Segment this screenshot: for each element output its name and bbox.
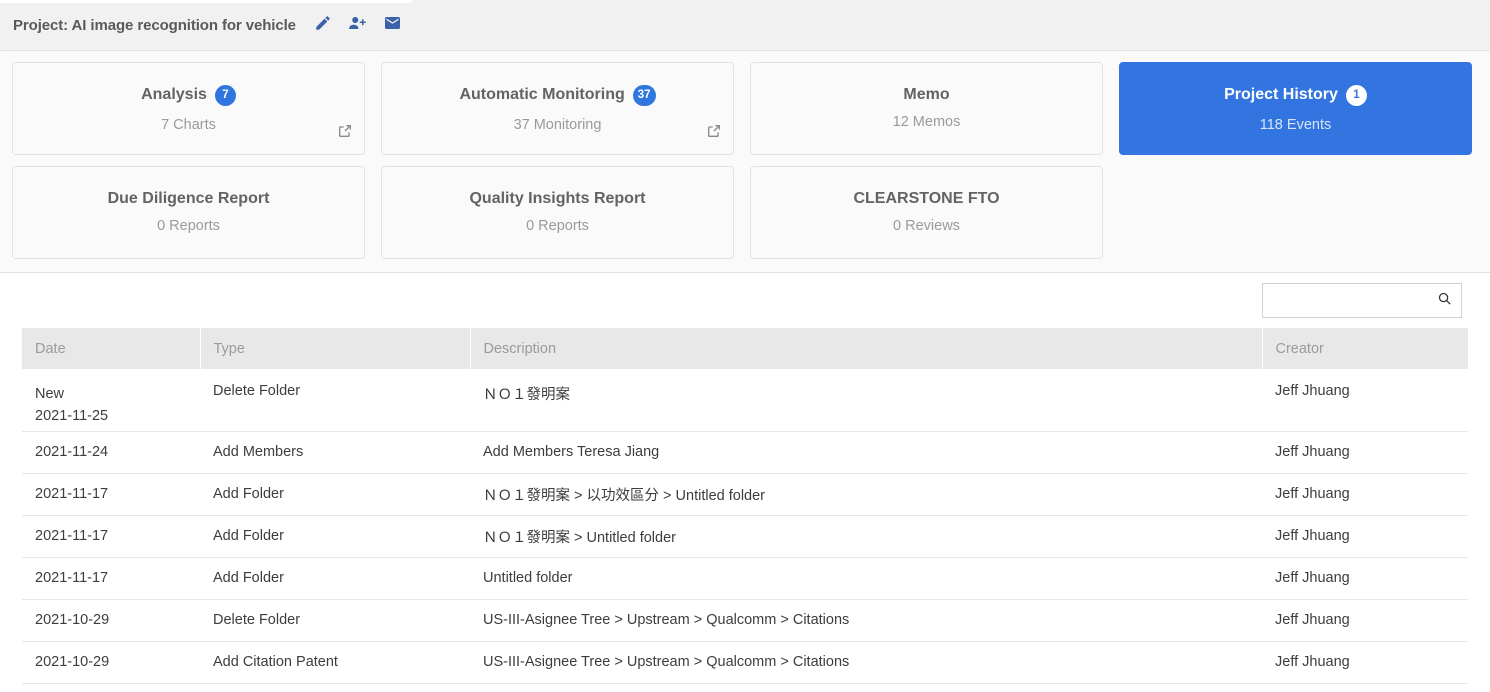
card-label: Quality Insights Report xyxy=(469,190,646,208)
card-subtitle: 0 Reports xyxy=(526,218,589,235)
card-due-diligence-report[interactable]: Due Diligence Report 0 Reports xyxy=(12,166,365,259)
page-title: Project: AI image recognition for vehicl… xyxy=(13,16,296,34)
column-header-date[interactable]: Date xyxy=(22,328,201,369)
status-badge: 7 xyxy=(214,84,236,106)
cell-creator: Jeff Jhuang xyxy=(1262,641,1468,684)
cell-date: 2021-11-17 xyxy=(22,473,200,516)
cell-date: 2021-11-24 xyxy=(22,431,200,474)
mail-icon[interactable] xyxy=(383,14,402,37)
cell-type: Add Members xyxy=(200,431,470,474)
card-label: Due Diligence Report xyxy=(107,190,270,208)
table-head: Date Type Description Creator xyxy=(22,328,1468,369)
cell-creator: Jeff Jhuang xyxy=(1262,369,1468,432)
card-analysis[interactable]: Analysis 7 7 Charts xyxy=(12,62,365,155)
card-title: Due Diligence Report xyxy=(108,191,270,207)
card-title: Project History 1 xyxy=(1224,84,1367,106)
cell-description: ＮＯ１發明案 > Untitled folder xyxy=(470,515,1262,558)
cell-date: 2021-11-17 xyxy=(22,557,200,600)
cell-description: ＮＯ１發明案 xyxy=(470,369,1262,432)
cell-description: US-III-Asignee Tree > Upstream > Qualcom… xyxy=(470,641,1262,684)
cell-type: Delete Folder xyxy=(200,369,470,432)
cell-type: Add Citation Patent xyxy=(200,641,470,684)
project-section-cards: Analysis 7 7 Charts Automatic Monitoring… xyxy=(0,51,1490,273)
card-row-secondary: Due Diligence Report 0 Reports Quality I… xyxy=(0,166,1490,259)
card-project-history[interactable]: Project History 1 118 Events xyxy=(1119,62,1472,155)
status-badge: 1 xyxy=(1345,84,1367,106)
card-subtitle: 0 Reports xyxy=(157,218,220,235)
cell-creator: Jeff Jhuang xyxy=(1262,473,1468,516)
search-input[interactable] xyxy=(1272,293,1433,308)
edit-pencil-icon[interactable] xyxy=(314,14,332,37)
table-row[interactable]: 2021-11-17 Add Folder ＮＯ１發明案 > Untitled … xyxy=(22,515,1468,558)
cell-creator: Jeff Jhuang xyxy=(1262,431,1468,474)
external-link-icon[interactable] xyxy=(706,123,722,144)
cell-date: 2021-10-29 xyxy=(22,641,200,684)
card-subtitle: 37 Monitoring xyxy=(513,116,602,133)
add-member-icon[interactable] xyxy=(348,14,367,37)
card-automatic-monitoring[interactable]: Automatic Monitoring 37 37 Monitoring xyxy=(381,62,734,155)
card-subtitle: 12 Memos xyxy=(892,114,961,131)
table-row[interactable]: 2021-10-29 Add Citation Patent US-III-As… xyxy=(22,641,1468,684)
table-row[interactable]: 2021-11-24 Add Members Add Members Teres… xyxy=(22,431,1468,474)
card-quality-insights-report[interactable]: Quality Insights Report 0 Reports xyxy=(381,166,734,259)
column-header-description[interactable]: Description xyxy=(470,328,1263,369)
card-subtitle: 7 Charts xyxy=(161,116,216,133)
cell-type: Add Folder xyxy=(200,515,470,558)
cell-date: 2021-10-29 xyxy=(22,599,200,642)
table-header-row: Date Type Description Creator xyxy=(22,328,1468,369)
card-title: Automatic Monitoring 37 xyxy=(459,84,656,106)
card-title: CLEARSTONE FTO xyxy=(853,191,999,207)
table-body: New 2021-11-25 Delete Folder ＮＯ１發明案 Jeff… xyxy=(22,369,1468,684)
card-label: CLEARSTONE FTO xyxy=(853,190,1000,208)
cell-type: Add Folder xyxy=(200,557,470,600)
table-row[interactable]: 2021-11-17 Add Folder Untitled folder Je… xyxy=(22,557,1468,600)
card-title: Quality Insights Report xyxy=(469,191,645,207)
table-row[interactable]: 2021-10-29 Delete Folder US-III-Asignee … xyxy=(22,599,1468,642)
cell-description: Untitled folder xyxy=(470,557,1262,600)
cell-creator: Jeff Jhuang xyxy=(1262,557,1468,600)
cell-description: Add Members Teresa Jiang xyxy=(470,431,1262,474)
cell-date: New 2021-11-25 xyxy=(22,369,200,432)
card-memo[interactable]: Memo 12 Memos xyxy=(750,62,1103,155)
date-value: 2021-11-25 xyxy=(35,408,109,425)
card-title: Analysis 7 xyxy=(141,84,236,106)
card-subtitle: 118 Events xyxy=(1259,116,1332,133)
cell-creator: Jeff Jhuang xyxy=(1262,515,1468,558)
search-box[interactable] xyxy=(1262,283,1462,318)
project-history-table-wrap: Date Type Description Creator New 2021-1… xyxy=(0,328,1490,684)
card-clearstone-fto[interactable]: CLEARSTONE FTO 0 Reviews xyxy=(750,166,1103,259)
project-header-bar: Project: AI image recognition for vehicl… xyxy=(0,0,1490,51)
table-row[interactable]: New 2021-11-25 Delete Folder ＮＯ１發明案 Jeff… xyxy=(22,369,1468,432)
external-link-icon[interactable] xyxy=(337,123,353,144)
card-label: Automatic Monitoring xyxy=(459,86,625,104)
card-title: Memo xyxy=(903,87,949,103)
table-row[interactable]: 2021-11-17 Add Folder ＮＯ１發明案 > 以功效區分 > U… xyxy=(22,473,1468,516)
cell-creator: Jeff Jhuang xyxy=(1262,599,1468,642)
cell-description: ＮＯ１發明案 > 以功效區分 > Untitled folder xyxy=(470,473,1262,516)
card-label: Project History xyxy=(1224,86,1338,104)
search-icon[interactable] xyxy=(1437,291,1452,311)
cell-description: US-III-Asignee Tree > Upstream > Qualcom… xyxy=(470,599,1262,642)
cell-type: Delete Folder xyxy=(200,599,470,642)
search-area xyxy=(0,273,1490,328)
cell-date: 2021-11-17 xyxy=(22,515,200,558)
column-header-type[interactable]: Type xyxy=(200,328,471,369)
header-action-icons xyxy=(314,14,402,37)
status-badge: 37 xyxy=(632,84,656,106)
new-flag: New xyxy=(35,386,65,402)
column-header-creator[interactable]: Creator xyxy=(1262,328,1468,369)
card-label: Analysis xyxy=(141,86,207,104)
card-row-primary: Analysis 7 7 Charts Automatic Monitoring… xyxy=(0,62,1490,155)
project-history-table: Date Type Description Creator New 2021-1… xyxy=(22,328,1468,684)
card-label: Memo xyxy=(903,86,950,104)
card-subtitle: 0 Reviews xyxy=(893,218,960,235)
cell-type: Add Folder xyxy=(200,473,470,516)
